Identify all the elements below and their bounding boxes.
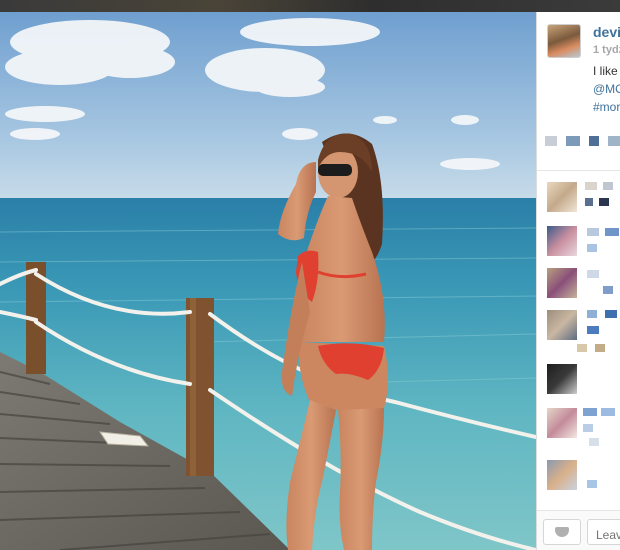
pixelated-block: [605, 228, 619, 236]
pixelated-block: [587, 228, 599, 236]
post-time[interactable]: 1 tydz: [593, 44, 620, 56]
caption-hashtag[interactable]: #mor: [593, 98, 620, 116]
commenter-avatar: [547, 182, 577, 212]
post-caption: I like @MO #mor: [593, 62, 620, 116]
pixelated-block: [589, 136, 599, 146]
commenter-avatar: [547, 226, 577, 256]
comment-item: [547, 460, 620, 494]
likes-row: [545, 136, 620, 146]
pixelated-block: [601, 408, 615, 416]
username-link[interactable]: devi: [593, 24, 620, 40]
comment-item: [547, 364, 620, 398]
pixelated-block: [577, 344, 587, 352]
commenter-avatar: [547, 364, 577, 394]
comment-item: [547, 182, 620, 216]
pixelated-block: [608, 136, 620, 146]
post-photo[interactable]: [0, 12, 536, 550]
pixelated-block: [583, 408, 597, 416]
pixelated-block: [587, 244, 597, 252]
pixelated-block: [585, 198, 593, 206]
pixelated-block: [603, 182, 613, 190]
pixelated-block: [603, 286, 613, 294]
pixelated-block: [587, 270, 599, 278]
pixelated-block: [566, 136, 580, 146]
pixelated-block: [589, 438, 599, 446]
beach-pier-image: [0, 12, 536, 550]
pixelated-block: [587, 480, 597, 488]
pixelated-block: [587, 310, 597, 318]
comment-item: [547, 268, 620, 302]
comment-bar: [537, 510, 620, 550]
pixelated-block: [595, 344, 605, 352]
divider: [537, 170, 620, 171]
pixelated-block: [545, 136, 557, 146]
pixelated-block: [585, 182, 597, 190]
heart-icon: [555, 527, 569, 537]
pixelated-block: [587, 326, 599, 334]
like-button[interactable]: [543, 519, 581, 545]
commenter-avatar: [547, 310, 577, 340]
comment-input[interactable]: [587, 519, 620, 545]
pixelated-block: [599, 198, 609, 206]
browser-top-strip: [0, 0, 620, 12]
user-avatar[interactable]: [547, 24, 581, 58]
commenter-avatar: [547, 408, 577, 438]
comment-item: [547, 310, 620, 352]
commenter-avatar: [547, 460, 577, 490]
commenter-avatar: [547, 268, 577, 298]
caption-mention[interactable]: @MO: [593, 80, 620, 98]
comment-item: [547, 408, 620, 446]
caption-text: I like: [593, 64, 618, 78]
post-sidebar: devi 1 tydz I like @MO #mor: [536, 12, 620, 550]
comment-item: [547, 226, 620, 260]
pixelated-block: [605, 310, 617, 318]
pixelated-block: [583, 424, 593, 432]
